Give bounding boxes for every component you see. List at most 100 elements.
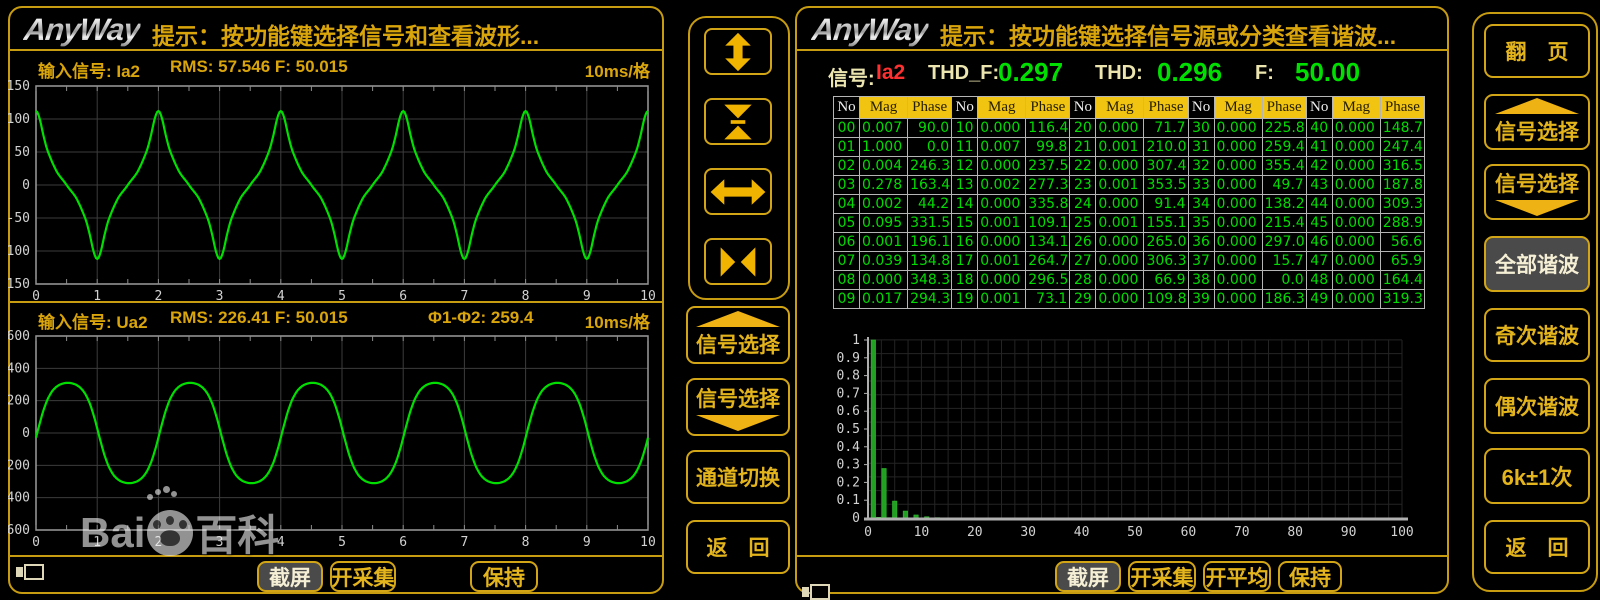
harmonic-cell: 294.3 (908, 290, 952, 309)
svg-text:0.7: 0.7 (837, 386, 860, 401)
harmonic-cell: 187.8 (1380, 176, 1424, 195)
channel-switch-button[interactable]: 通道切换 (686, 450, 790, 504)
back-button-left[interactable]: 返 回 (686, 520, 790, 574)
back-button-right[interactable]: 返 回 (1484, 520, 1590, 574)
harmonic-cell: 17 (952, 252, 978, 271)
table-header-row: NoMagPhaseNoMagPhaseNoMagPhaseNoMagPhase… (834, 97, 1425, 119)
svg-text:-150: -150 (8, 277, 30, 292)
left-header-divider (10, 49, 662, 51)
harmonic-cell: 0.000 (1096, 195, 1144, 214)
harmonic-cell: 0.000 (1096, 233, 1144, 252)
harmonic-cell: 45 (1306, 214, 1332, 233)
harmonic-cell: 0.000 (1332, 214, 1380, 233)
expand-horizontal-button[interactable] (704, 168, 772, 215)
svg-text:150: 150 (8, 79, 30, 94)
signal-select-down-button[interactable]: 信号选择 (686, 378, 790, 436)
all-harmonics-button[interactable]: 全部谐波 (1484, 236, 1590, 292)
svg-text:9: 9 (583, 535, 591, 550)
triangle-up-icon (1495, 98, 1579, 114)
harmonic-cell: 297.0 (1262, 233, 1306, 252)
harmonic-cell: 155.1 (1144, 214, 1188, 233)
svg-text:60: 60 (1181, 525, 1197, 540)
harmonic-cell: 49.7 (1262, 176, 1306, 195)
expand-vertical-button[interactable] (704, 28, 772, 75)
harmonic-cell: 186.3 (1262, 290, 1306, 309)
expand-vertical-icon (708, 31, 768, 73)
harmonic-cell: 0.000 (1332, 195, 1380, 214)
harmonic-cell: 0.000 (1332, 176, 1380, 195)
power-analyzer-screen: AnyWay 提示：按功能键选择信号和查看波形... 输入信号: Ia2 RMS… (0, 0, 1600, 600)
screenshot-button[interactable]: 截屏 (257, 561, 323, 592)
harmonic-cell: 09 (834, 290, 860, 309)
harmonic-cell: 0.000 (978, 233, 1026, 252)
harmonic-cell: 40 (1306, 119, 1332, 138)
compress-horizontal-button[interactable] (704, 238, 772, 285)
hold-button[interactable]: 保持 (470, 561, 538, 592)
svg-text:-200: -200 (8, 458, 30, 473)
harmonic-cell: 259.4 (1262, 138, 1306, 157)
harmonic-cell: 00 (834, 119, 860, 138)
signal-select-down-button-right[interactable]: 信号选择 (1484, 164, 1590, 220)
waveform-chart-ia2: 150100500-50-100-150012345678910 (8, 78, 658, 302)
harmonic-cell: 37 (1188, 252, 1214, 271)
harmonic-cell: 07 (834, 252, 860, 271)
harmonic-cell: 0.000 (1332, 290, 1380, 309)
svg-text:400: 400 (8, 361, 30, 376)
svg-text:3: 3 (216, 535, 224, 550)
svg-text:-400: -400 (8, 491, 30, 506)
table-header-cell: Phase (1144, 97, 1188, 119)
start-acquire-button[interactable]: 开采集 (330, 561, 396, 592)
ch2-stats: RMS: 226.41 F: 50.015 (170, 308, 348, 328)
svg-text:0.8: 0.8 (837, 369, 860, 384)
start-average-button[interactable]: 开平均 (1203, 561, 1271, 592)
table-header-cell: Mag (978, 97, 1026, 119)
6k-plus-minus-1-button[interactable]: 6k±1次 (1484, 448, 1590, 504)
svg-text:0.9: 0.9 (837, 351, 860, 366)
table-header-cell: Mag (860, 97, 908, 119)
page-turn-button[interactable]: 翻 页 (1484, 24, 1590, 78)
svg-text:0.6: 0.6 (837, 404, 860, 419)
harmonic-cell: 21 (1070, 138, 1096, 157)
signal-label: 信号: (828, 62, 875, 91)
harmonic-cell: 99.8 (1026, 138, 1070, 157)
harmonic-cell: 0.001 (1096, 214, 1144, 233)
harmonic-cell: 331.5 (908, 214, 952, 233)
svg-text:0.4: 0.4 (837, 440, 861, 455)
table-header-cell: Mag (1096, 97, 1144, 119)
harmonic-cell: 39 (1188, 290, 1214, 309)
compress-vertical-icon (708, 101, 768, 143)
harmonic-cell: 335.8 (1026, 195, 1070, 214)
signal-select-up-button-right[interactable]: 信号选择 (1484, 94, 1590, 150)
harmonic-cell: 23 (1070, 176, 1096, 195)
svg-text:50: 50 (1127, 525, 1143, 540)
harmonic-cell: 0.095 (860, 214, 908, 233)
harmonic-cell: 71.7 (1144, 119, 1188, 138)
harmonic-cell: 0.0 (908, 138, 952, 157)
harmonic-bar (893, 501, 897, 518)
signal-select-up-button[interactable]: 信号选择 (686, 306, 790, 364)
svg-text:70: 70 (1234, 525, 1250, 540)
table-header-cell: Phase (908, 97, 952, 119)
harmonic-cell: 66.9 (1144, 271, 1188, 290)
harmonic-cell: 47 (1306, 252, 1332, 271)
harmonic-cell: 246.3 (908, 157, 952, 176)
harmonic-cell: 210.0 (1144, 138, 1188, 157)
waveform-chart-ua2: 6004002000-200-400-600012345678910 (8, 328, 658, 554)
svg-text:200: 200 (8, 394, 30, 409)
hold-button-right[interactable]: 保持 (1278, 561, 1342, 592)
harmonic-cell: 46 (1306, 233, 1332, 252)
harmonic-cell: 1.000 (860, 138, 908, 157)
start-acquire-button-right[interactable]: 开采集 (1128, 561, 1196, 592)
even-harmonics-button[interactable]: 偶次谐波 (1484, 378, 1590, 434)
compress-vertical-button[interactable] (704, 98, 772, 145)
table-header-cell: Mag (1214, 97, 1262, 119)
odd-harmonics-button[interactable]: 奇次谐波 (1484, 308, 1590, 362)
table-header-cell: No (834, 97, 860, 119)
harmonic-cell: 296.5 (1026, 271, 1070, 290)
harmonic-cell: 0.000 (1214, 119, 1262, 138)
harmonic-cell: 0.000 (1096, 252, 1144, 271)
harmonic-cell: 0.001 (978, 214, 1026, 233)
screenshot-button-right[interactable]: 截屏 (1055, 561, 1121, 592)
harmonic-spectrum-chart: 10.90.80.70.60.50.40.30.20.1001020304050… (808, 330, 1424, 542)
harmonic-cell: 316.5 (1380, 157, 1424, 176)
